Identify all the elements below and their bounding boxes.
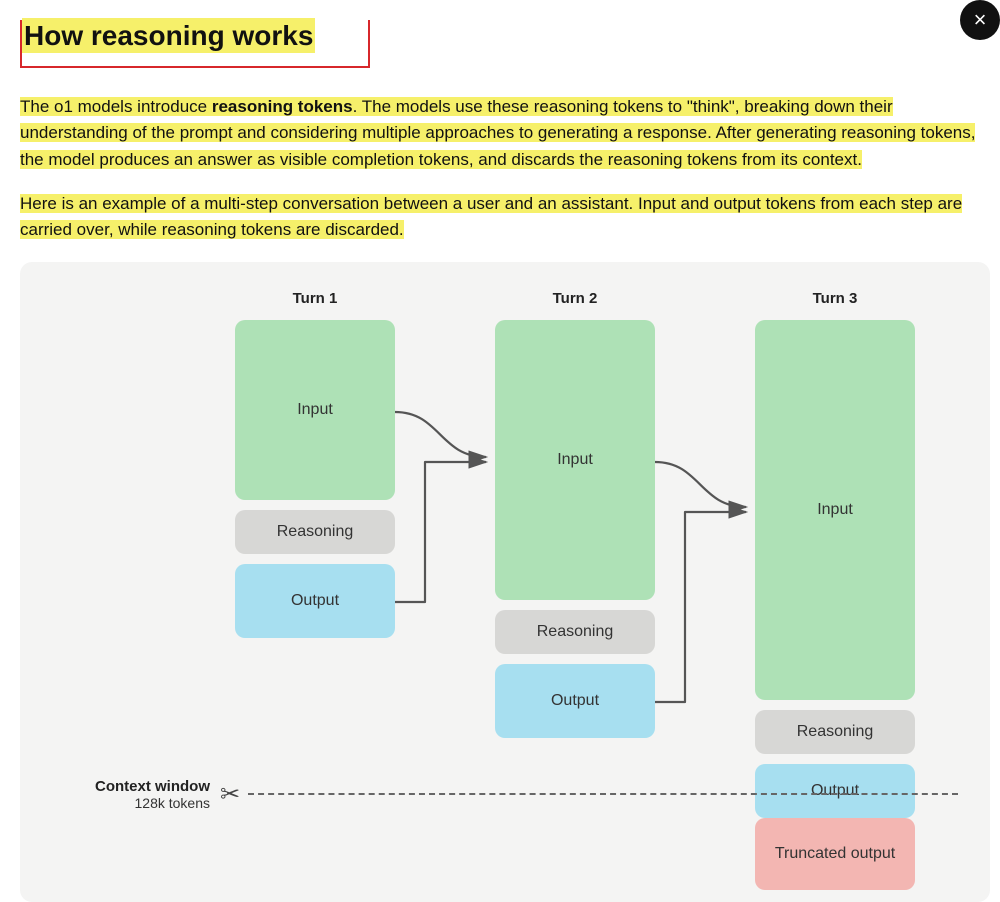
turn-1-output-block: Output (235, 564, 395, 638)
turn-1-input-block: Input (235, 320, 395, 500)
turn-2-reasoning-block: Reasoning (495, 610, 655, 654)
close-button[interactable]: × (960, 0, 1000, 40)
turn-1-reasoning-block: Reasoning (235, 510, 395, 554)
turn-3-truncated-block: Truncated output (755, 818, 915, 890)
p2-text: Here is an example of a multi-step conve… (20, 194, 962, 239)
intro-paragraph-2: Here is an example of a multi-step conve… (20, 191, 1000, 244)
turn-1-input-text: Input (297, 401, 333, 419)
context-window-size: 128k tokens (80, 795, 210, 811)
turn-1-reasoning-text: Reasoning (277, 523, 354, 541)
turn-3-input-block: Input (755, 320, 915, 700)
turn-3-reasoning-text: Reasoning (797, 723, 874, 741)
close-icon: × (974, 7, 987, 33)
reasoning-diagram: Turn 1 Turn 2 Turn 3 Input Reasoning Out… (20, 262, 990, 902)
turn-3-output-block: Output (755, 764, 915, 818)
turn-3-reasoning-block: Reasoning (755, 710, 915, 754)
intro-paragraph-1: The o1 models introduce reasoning tokens… (20, 94, 1000, 173)
p1-pre: The o1 models introduce (20, 97, 212, 116)
context-window-title: Context window (80, 778, 210, 795)
turn-3-input-text: Input (817, 501, 853, 519)
scissors-icon: ✂ (220, 780, 240, 809)
turn-2-input-block: Input (495, 320, 655, 600)
p1-bold: reasoning tokens (212, 97, 353, 116)
turn-2-reasoning-text: Reasoning (537, 623, 614, 641)
turn-2-input-text: Input (557, 451, 593, 469)
context-window-cutoff-line (248, 793, 958, 795)
turn-1-output-text: Output (291, 592, 339, 610)
turn-2-label: Turn 2 (495, 290, 655, 307)
context-window-label: Context window 128k tokens (80, 778, 210, 811)
turn-3-truncated-text: Truncated output (775, 844, 895, 863)
turn-3-label: Turn 3 (755, 290, 915, 307)
turn-1-label: Turn 1 (235, 290, 395, 307)
page-content: How reasoning works The o1 models introd… (0, 0, 1000, 902)
page-heading: How reasoning works (22, 18, 315, 53)
turn-2-output-block: Output (495, 664, 655, 738)
turn-2-output-text: Output (551, 692, 599, 710)
heading-highlight-box: How reasoning works (20, 20, 370, 68)
turn-3-output-text: Output (811, 782, 859, 800)
